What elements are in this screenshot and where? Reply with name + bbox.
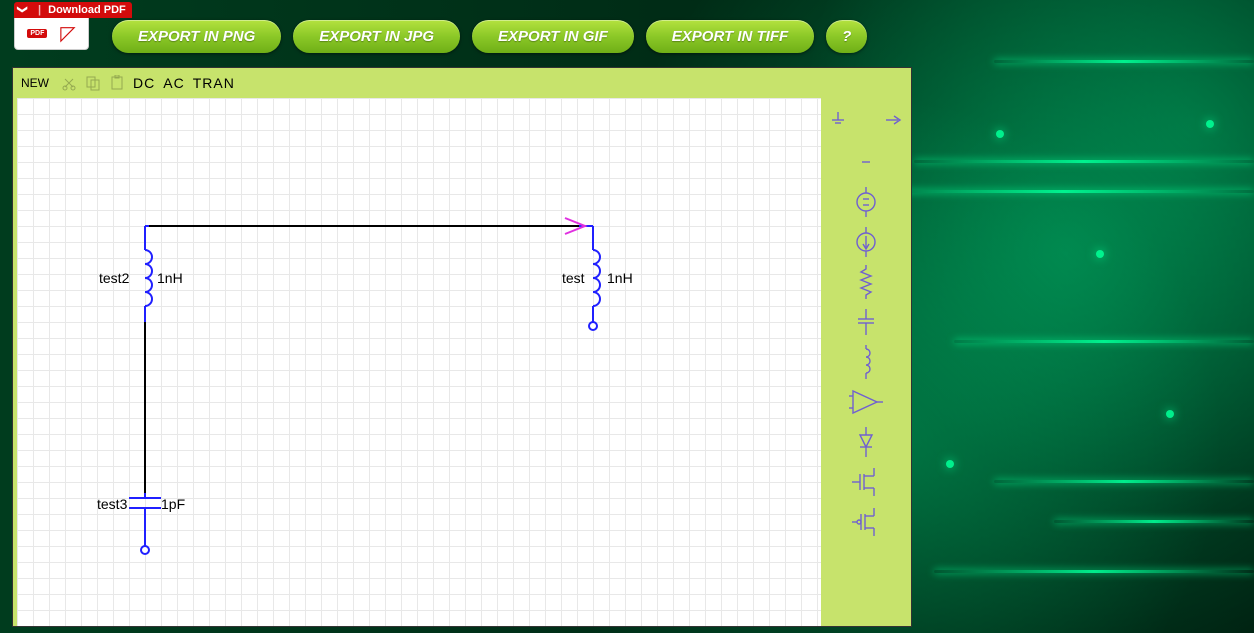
pdf-adobe-icon: ◸ [60, 24, 75, 44]
copy-icon[interactable] [85, 75, 101, 91]
pdf-badge: PDF [27, 29, 47, 38]
bg-trace [954, 340, 1254, 343]
resistor-icon[interactable] [848, 262, 884, 302]
bg-dot [1096, 250, 1104, 258]
cut-icon[interactable] [61, 75, 77, 91]
schematic-editor: NEW DC AC TRAN test2 1nH test 1nH test3 … [12, 67, 912, 627]
help-button[interactable]: ? [826, 20, 867, 53]
opamp-icon[interactable] [848, 382, 884, 422]
schematic-drawing [17, 98, 317, 248]
export-button-row: EXPORT IN PNG EXPORT IN JPG EXPORT IN GI… [112, 20, 867, 53]
export-jpg-button[interactable]: EXPORT IN JPG [293, 20, 460, 53]
export-gif-button[interactable]: EXPORT IN GIF [472, 20, 634, 53]
pdf-card: PDF ◸ [14, 18, 89, 50]
vsource-icon[interactable] [848, 182, 884, 222]
label-icon[interactable] [848, 142, 884, 182]
capacitor-value: 1pF [161, 496, 185, 512]
export-png-button[interactable]: EXPORT IN PNG [112, 20, 281, 53]
bg-dot [946, 460, 954, 468]
sim-dc-button[interactable]: DC [133, 75, 155, 91]
bg-trace [1054, 520, 1254, 523]
bg-trace [914, 160, 1254, 163]
sim-ac-button[interactable]: AC [163, 75, 184, 91]
bg-dot [996, 130, 1004, 138]
bg-trace [874, 190, 1254, 193]
paste-icon[interactable] [109, 75, 125, 91]
inductor-right-name: test [562, 270, 585, 286]
download-pdf-label: Download PDF [48, 4, 126, 16]
port-icon[interactable] [876, 100, 912, 140]
inductor-left-name: test2 [99, 270, 129, 286]
new-button[interactable]: NEW [21, 76, 49, 90]
isource-icon[interactable] [848, 222, 884, 262]
editor-toolbar: NEW DC AC TRAN [13, 68, 911, 98]
pfet-icon[interactable] [848, 502, 884, 542]
capacitor-name: test3 [97, 496, 127, 512]
sim-tran-button[interactable]: TRAN [193, 75, 235, 91]
bg-trace [934, 570, 1254, 573]
inductor-icon[interactable] [848, 342, 884, 382]
nfet-icon[interactable] [848, 462, 884, 502]
ground-icon[interactable] [820, 100, 856, 140]
export-tiff-button[interactable]: EXPORT IN TIFF [646, 20, 814, 53]
diode-icon[interactable] [848, 422, 884, 462]
bg-dot [1166, 410, 1174, 418]
inductor-left-value: 1nH [157, 270, 183, 286]
schematic-canvas[interactable]: test2 1nH test 1nH test3 1pF [17, 98, 821, 626]
bg-trace [994, 60, 1254, 63]
component-palette [831, 98, 901, 542]
bg-dot [1206, 120, 1214, 128]
capacitor-icon[interactable] [848, 302, 884, 342]
inductor-right-value: 1nH [607, 270, 633, 286]
bg-trace [994, 480, 1254, 483]
